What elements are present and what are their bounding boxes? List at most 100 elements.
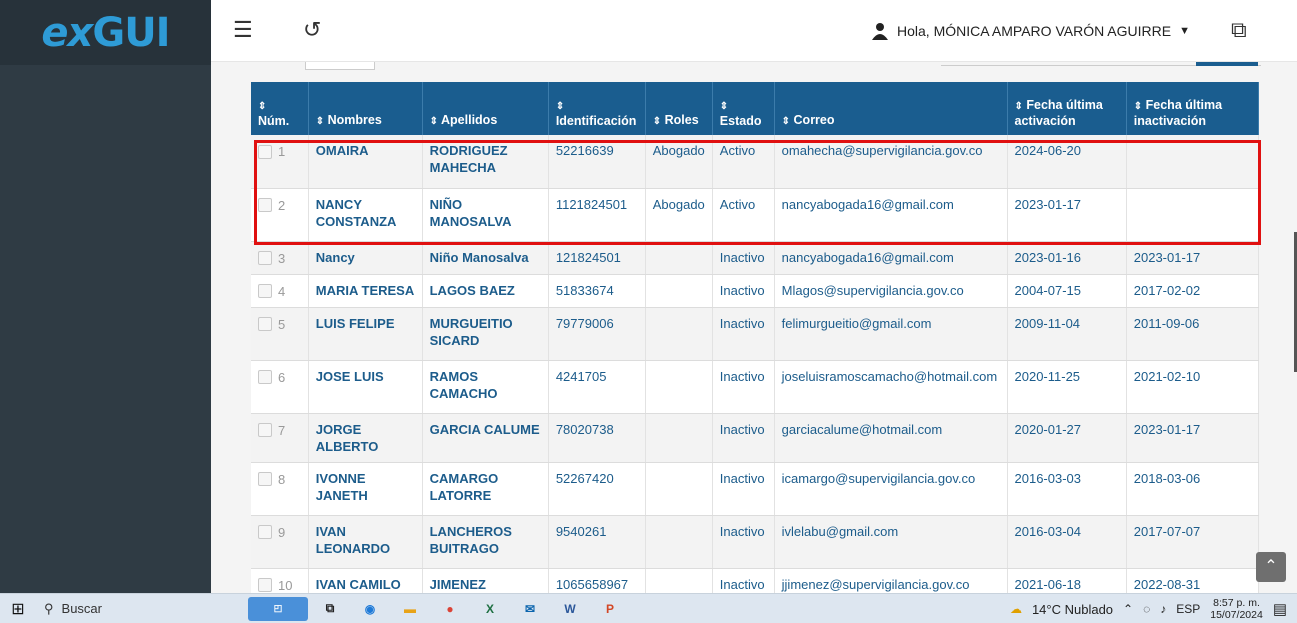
- search-button[interactable]: [1196, 62, 1258, 66]
- column-header[interactable]: ⇕ Correo: [774, 82, 1008, 135]
- cell-id: 121824501: [548, 241, 646, 275]
- cell-activacion: 2016-03-03: [1007, 462, 1127, 516]
- column-header[interactable]: ⇕ Apellidos: [422, 82, 549, 135]
- cell-inactivacion: 2017-02-02: [1126, 274, 1260, 308]
- mail-icon[interactable]: ✉: [512, 597, 548, 621]
- table-row[interactable]: 4 MARIA TERESA LAGOS BAEZ 51833674 Inactivo M…: [251, 274, 1260, 308]
- tray-chevron-icon[interactable]: ⌃: [1123, 602, 1133, 616]
- powerpoint-icon[interactable]: P: [592, 597, 628, 621]
- table-row[interactable]: 2 NANCY CONSTANZA NIÑO MANOSALVA 1121824501…: [251, 188, 1260, 242]
- cell-correo: ivlelabu@gmail.com: [774, 515, 1008, 569]
- row-checkbox[interactable]: [258, 578, 272, 593]
- cell-inactivacion: [1126, 135, 1260, 189]
- cell-activacion: 2023-01-16: [1007, 241, 1127, 275]
- cell-activacion: 2009-11-04: [1007, 307, 1127, 361]
- row-number-cell: 1: [251, 135, 309, 189]
- cell-activacion: 2020-01-27: [1007, 413, 1127, 463]
- column-header[interactable]: ⇕ Nombres: [308, 82, 423, 135]
- row-checkbox[interactable]: [258, 198, 272, 213]
- row-number-cell: 3: [251, 241, 309, 275]
- wifi-icon[interactable]: ◌: [1143, 602, 1150, 616]
- cell-id: 52267420: [548, 462, 646, 516]
- cell-correo: nancyabogada16@gmail.com: [774, 188, 1008, 242]
- volume-icon[interactable]: ♪: [1160, 602, 1166, 616]
- cell-correo: omahecha@supervigilancia.gov.co: [774, 135, 1008, 189]
- cell-inactivacion: 2021-02-10: [1126, 360, 1260, 414]
- cell-nombres: OMAIRA: [308, 135, 423, 189]
- cell-id: 1121824501: [548, 188, 646, 242]
- row-checkbox[interactable]: [258, 472, 272, 487]
- external-link-icon[interactable]: ⧉: [1231, 18, 1247, 42]
- task-view-icon[interactable]: ⧉: [312, 597, 348, 621]
- column-header[interactable]: ⇕ Fecha última inactivación: [1126, 82, 1260, 135]
- column-header[interactable]: ⇕ Estado: [712, 82, 775, 135]
- table-row[interactable]: 10 IVAN CAMILO JIMENEZ 1065658967 Inactivo jj…: [251, 568, 1260, 593]
- column-header[interactable]: ⇕ Núm.: [251, 82, 309, 135]
- history-icon[interactable]: ↺: [303, 18, 321, 42]
- row-checkbox[interactable]: [258, 251, 272, 266]
- clock[interactable]: 8:57 p. m. 15/07/2024: [1210, 597, 1263, 621]
- table-body: 1 OMAIRA RODRIGUEZ MAHECHA 52216639 Abogado A…: [251, 135, 1260, 593]
- row-checkbox[interactable]: [258, 370, 272, 385]
- column-header[interactable]: ⇕ Roles: [645, 82, 713, 135]
- weather-label[interactable]: 14°C Nublado: [1032, 602, 1113, 617]
- cell-apellidos: MURGUEITIO SICARD: [422, 307, 549, 361]
- user-icon: [872, 23, 888, 40]
- table-row[interactable]: 5 LUIS FELIPE MURGUEITIO SICARD 79779006 Ina…: [251, 307, 1260, 361]
- word-icon[interactable]: W: [552, 597, 588, 621]
- hamburger-menu-icon[interactable]: ☰: [233, 18, 253, 42]
- system-tray: ☁ 14°C Nublado ⌃ ◌ ♪ ESP 8:57 p. m. 15/0…: [1010, 594, 1287, 623]
- row-checkbox[interactable]: [258, 423, 272, 438]
- windows-start-icon[interactable]: ⊞: [0, 599, 36, 619]
- table-row[interactable]: 9 IVAN LEONARDO LANCHEROS BUITRAGO 9540261 I…: [251, 515, 1260, 569]
- table-row[interactable]: 8 IVONNE JANETH CAMARGO LATORRE 52267420 Ina…: [251, 462, 1260, 516]
- table-row[interactable]: 1 OMAIRA RODRIGUEZ MAHECHA 52216639 Abogado A…: [251, 135, 1260, 189]
- cell-correo: joseluisramoscamacho@hotmail.com: [774, 360, 1008, 414]
- row-checkbox[interactable]: [258, 284, 272, 299]
- cell-apellidos: JIMENEZ: [422, 568, 549, 593]
- main-content: ⇕ Núm. ⇕ Nombres ⇕ Apellidos ⇕ Identificaci…: [211, 62, 1297, 593]
- sort-icon: ⇕: [1014, 101, 1023, 112]
- column-header-label: Nombres: [327, 113, 382, 127]
- sort-icon: ⇕: [781, 116, 791, 127]
- cell-roles: [645, 274, 713, 308]
- widget-app-icon[interactable]: ◰: [248, 596, 308, 621]
- chevron-down-icon: ▼: [1179, 25, 1190, 37]
- cell-apellidos: NIÑO MANOSALVA: [422, 188, 549, 242]
- row-checkbox[interactable]: [258, 525, 272, 540]
- cell-nombres: IVAN LEONARDO: [308, 515, 423, 569]
- edge-icon[interactable]: ◉: [352, 597, 388, 621]
- row-number: 3: [278, 250, 286, 266]
- cell-roles: [645, 462, 713, 516]
- notifications-icon[interactable]: ▤: [1273, 600, 1287, 618]
- column-header-label: Apellidos: [441, 113, 498, 127]
- user-menu[interactable]: Hola, MÓNICA AMPARO VARÓN AGUIRRE ▼: [871, 22, 1190, 40]
- cell-correo: felimurgueitio@gmail.com: [774, 307, 1008, 361]
- excel-icon[interactable]: X: [472, 597, 508, 621]
- taskbar-search-label: Buscar: [61, 601, 102, 616]
- cell-apellidos: CAMARGO LATORRE: [422, 462, 549, 516]
- cell-estado: Inactivo: [712, 568, 775, 593]
- cell-roles: Abogado: [645, 135, 713, 189]
- table-row[interactable]: 7 JORGE ALBERTO GARCIA CALUME 78020738 Inact…: [251, 413, 1260, 463]
- column-header[interactable]: ⇕ Fecha última activación: [1007, 82, 1127, 135]
- app-logo[interactable]: exGUI: [0, 0, 211, 65]
- cell-correo: icamargo@supervigilancia.gov.co: [774, 462, 1008, 516]
- row-checkbox[interactable]: [258, 144, 272, 159]
- column-header-label: Núm.: [258, 114, 290, 128]
- scroll-to-top-button[interactable]: ⌃: [1256, 552, 1286, 582]
- page-size-select[interactable]: [305, 62, 375, 70]
- table-row[interactable]: 6 JOSE LUIS RAMOS CAMACHO 4241705 Inactivo jo…: [251, 360, 1260, 414]
- weather-icon[interactable]: ☁: [1010, 602, 1022, 616]
- row-checkbox[interactable]: [258, 317, 272, 332]
- table-row[interactable]: 3 Nancy Niño Manosalva 121824501 Inactivo nan…: [251, 241, 1260, 275]
- language-indicator[interactable]: ESP: [1176, 602, 1200, 616]
- sort-icon: ⇕: [719, 101, 729, 112]
- taskbar-search[interactable]: ⚲ Buscar: [36, 601, 246, 617]
- cell-roles: [645, 241, 713, 275]
- file-explorer-icon[interactable]: ▬: [392, 597, 428, 621]
- column-header[interactable]: ⇕ Identificación: [548, 82, 646, 135]
- column-header-label: Fecha última inactivación: [1133, 98, 1223, 128]
- cell-nombres: IVAN CAMILO: [308, 568, 423, 593]
- chrome-icon[interactable]: ●: [432, 597, 468, 621]
